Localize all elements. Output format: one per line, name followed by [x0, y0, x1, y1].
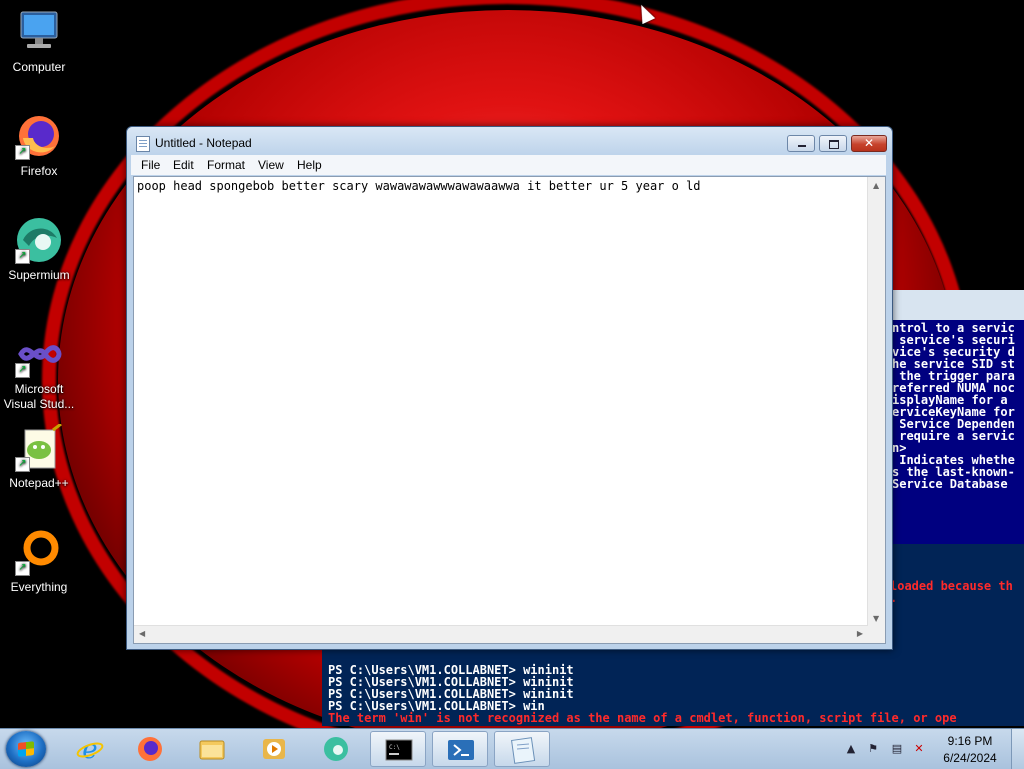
- desktop-icon-firefox[interactable]: ↗ Firefox: [0, 112, 78, 179]
- start-button[interactable]: [6, 731, 46, 767]
- network-icon[interactable]: ▤: [890, 742, 904, 756]
- powershell-console-output: PS C:\Users\VM1.COLLABNET> wininit PS C:…: [328, 664, 957, 724]
- show-desktop-button[interactable]: [1011, 729, 1024, 769]
- window-title: Untitled - Notepad: [155, 136, 252, 150]
- folder-icon: [199, 740, 225, 760]
- taskbar: e C:\ ▲ ⚑ ▤ ✕ 9:16 PM 6/24/2024: [0, 728, 1024, 769]
- shortcut-arrow-icon: ↗: [15, 457, 30, 472]
- clock-date[interactable]: 6/24/2024: [930, 751, 1010, 765]
- menu-bar: File Edit Format View Help: [131, 155, 886, 175]
- taskbar-command-prompt[interactable]: C:\: [370, 731, 426, 767]
- minimize-button[interactable]: [787, 135, 815, 152]
- taskbar-media-player[interactable]: [246, 731, 302, 767]
- desktop-icon-everything[interactable]: ↗ Everything: [0, 528, 78, 595]
- ps-error-line: The term 'win' is not recognized as the …: [328, 711, 957, 725]
- desktop-icon-label: Notepad++: [9, 476, 69, 490]
- taskbar-supermium[interactable]: [308, 731, 364, 767]
- ie-icon: e: [76, 735, 104, 763]
- shortcut-arrow-icon: ↗: [15, 145, 30, 160]
- desktop-icon-visual-studio[interactable]: ↗ Microsoft Visual Stud...: [0, 330, 78, 412]
- close-button[interactable]: ✕: [851, 135, 887, 152]
- menu-view[interactable]: View: [258, 158, 284, 172]
- desktop-icon-supermium[interactable]: ↗ Supermium: [0, 216, 78, 283]
- taskbar-internet-explorer[interactable]: e: [62, 731, 118, 767]
- volume-muted-icon[interactable]: ✕: [912, 742, 926, 756]
- desktop-icon-label: Microsoft Visual Stud...: [3, 382, 75, 411]
- scroll-left-icon[interactable]: ◀: [139, 629, 145, 638]
- menu-help[interactable]: Help: [297, 158, 322, 172]
- notepadpp-icon: ↗: [15, 422, 63, 472]
- desktop-icon-label: Everything: [10, 580, 68, 594]
- document-text[interactable]: poop head spongebob better scary wawawaw…: [137, 179, 701, 193]
- taskbar-powershell[interactable]: [432, 731, 488, 767]
- close-icon: ✕: [863, 136, 875, 150]
- ps-line: require a servic: [892, 429, 1015, 443]
- horizontal-scrollbar[interactable]: ◀ ▶: [134, 625, 868, 643]
- size-grip: [868, 626, 885, 643]
- menu-edit[interactable]: Edit: [173, 158, 194, 172]
- ps-line: Service Database: [892, 477, 1008, 491]
- notepad-titlebar[interactable]: Untitled - Notepad ✕: [127, 127, 892, 157]
- shortcut-arrow-icon: ↗: [15, 363, 30, 378]
- ps-error-line: loaded because th: [890, 579, 1013, 593]
- powershell-error-fragment: loaded because th .: [890, 580, 1013, 604]
- notepad-icon: [136, 136, 150, 152]
- action-center-flag-icon[interactable]: ⚑: [866, 742, 880, 756]
- powershell-help-text: ntrol to a servic service's securi vice'…: [892, 322, 1015, 490]
- firefox-icon: [138, 737, 162, 761]
- supermium-icon: [324, 737, 348, 761]
- vertical-scrollbar[interactable]: ▲ ▼: [867, 177, 885, 626]
- taskbar-file-explorer[interactable]: [184, 731, 240, 767]
- taskbar-notepad[interactable]: [494, 731, 550, 767]
- menu-file[interactable]: File: [141, 158, 160, 172]
- desktop-icon-label: Firefox: [20, 164, 58, 178]
- shortcut-arrow-icon: ↗: [15, 249, 30, 264]
- desktop-icon-label: Supermium: [8, 268, 70, 282]
- firefox-icon: ↗: [15, 112, 63, 160]
- notepad-window[interactable]: Untitled - Notepad ✕ File Edit Format Vi…: [126, 126, 893, 650]
- notepad-icon: [511, 737, 536, 764]
- supermium-icon: ↗: [15, 216, 63, 264]
- media-player-icon: [263, 739, 285, 759]
- computer-icon: [15, 8, 63, 56]
- scroll-right-icon[interactable]: ▶: [857, 629, 863, 638]
- scroll-up-icon[interactable]: ▲: [873, 181, 879, 190]
- visual-studio-icon: ↗: [15, 330, 63, 378]
- ps-error-line: .: [890, 591, 898, 605]
- svg-text:e: e: [82, 735, 97, 763]
- show-hidden-icons-chevron[interactable]: ▲: [844, 742, 858, 756]
- desktop-icon-computer[interactable]: Computer: [0, 8, 78, 75]
- taskbar-firefox[interactable]: [122, 731, 178, 767]
- scroll-down-icon[interactable]: ▼: [873, 614, 879, 623]
- clock-time[interactable]: 9:16 PM: [930, 734, 1010, 748]
- powershell-inner-titlebar: [892, 290, 1024, 320]
- cmd-icon: C:\: [385, 739, 413, 761]
- shortcut-arrow-icon: ↗: [15, 561, 30, 576]
- maximize-button[interactable]: [819, 135, 847, 152]
- svg-text:C:\: C:\: [389, 744, 400, 751]
- text-editor-area[interactable]: poop head spongebob better scary wawawaw…: [133, 176, 886, 644]
- desktop-icon-notepadpp[interactable]: ↗ Notepad++: [0, 422, 78, 491]
- desktop-icon-label: Computer: [12, 60, 66, 74]
- system-tray: ▲ ⚑ ▤ ✕ 9:16 PM 6/24/2024: [840, 729, 1024, 769]
- everything-icon: ↗: [15, 528, 63, 576]
- menu-format[interactable]: Format: [207, 158, 245, 172]
- powershell-icon: [448, 740, 474, 760]
